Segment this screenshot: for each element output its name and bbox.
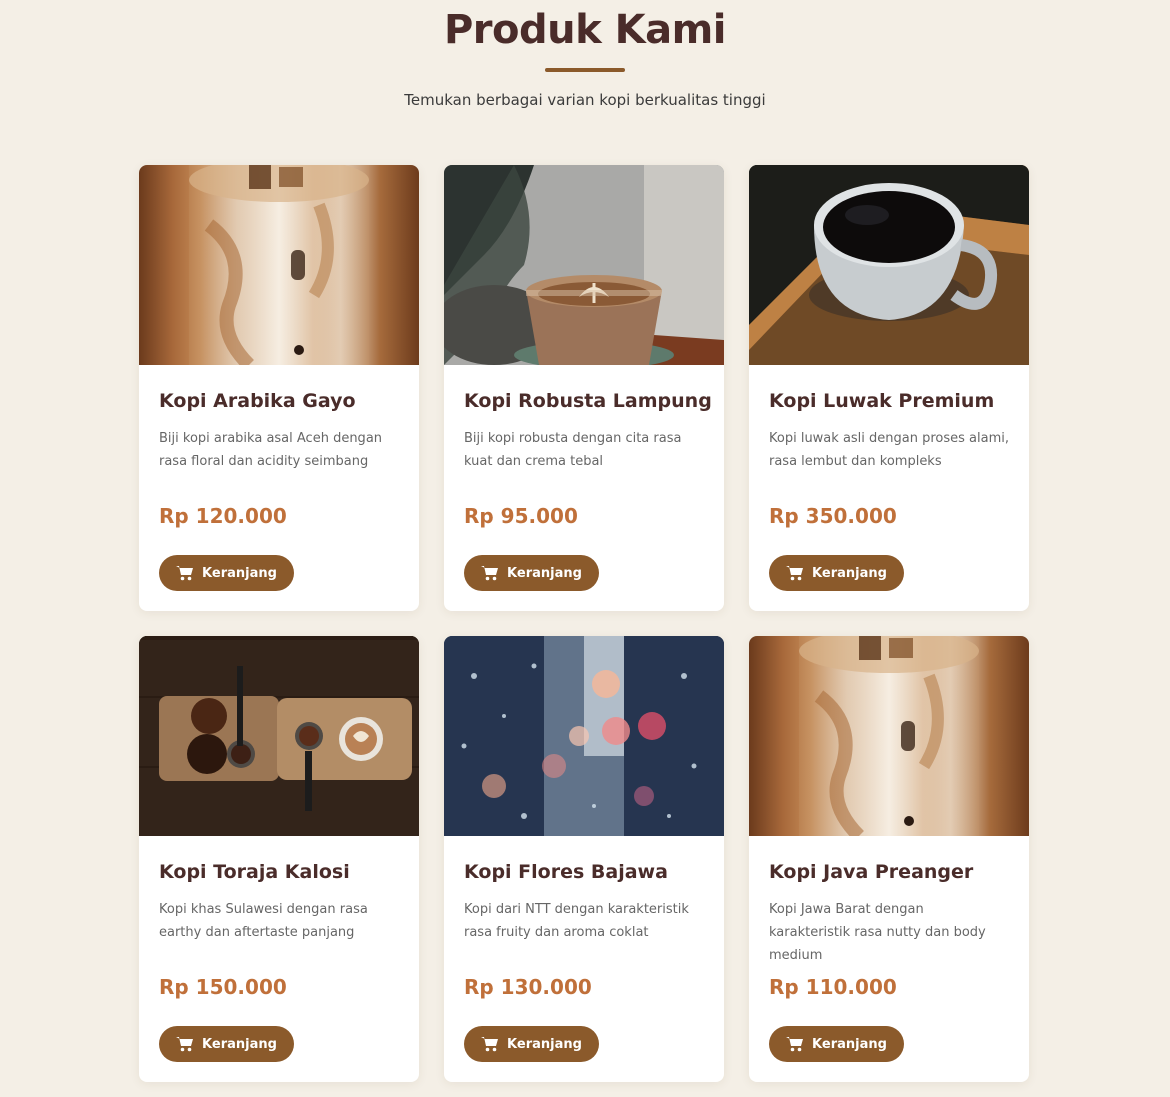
product-price: Rp 130.000 bbox=[464, 975, 592, 999]
iced-coffee-illustration bbox=[189, 165, 369, 365]
add-to-cart-button[interactable]: Keranjang bbox=[159, 555, 294, 591]
latte-illustration bbox=[444, 165, 724, 365]
product-description: Biji kopi arabika asal Aceh dengan rasa … bbox=[159, 431, 383, 469]
add-to-cart-button[interactable]: Keranjang bbox=[159, 1026, 294, 1062]
cart-icon bbox=[786, 1037, 804, 1052]
product-name: Kopi Java Preanger bbox=[769, 861, 974, 883]
product-card: Kopi Luwak Premium Kopi luwak asli denga… bbox=[749, 165, 1029, 611]
add-to-cart-label: Keranjang bbox=[812, 1036, 887, 1052]
product-price: Rp 120.000 bbox=[159, 504, 287, 528]
product-image-rainy-window bbox=[444, 636, 724, 836]
product-image-iced-coffee bbox=[749, 636, 1029, 836]
add-to-cart-button[interactable]: Keranjang bbox=[464, 555, 599, 591]
product-name: Kopi Flores Bajawa bbox=[464, 861, 668, 883]
add-to-cart-label: Keranjang bbox=[507, 565, 582, 581]
product-name: Kopi Luwak Premium bbox=[769, 390, 995, 412]
product-grid: Kopi Arabika Gayo Biji kopi arabika asal… bbox=[139, 165, 1029, 1082]
add-to-cart-label: Keranjang bbox=[202, 565, 277, 581]
product-image-black-coffee bbox=[749, 165, 1029, 365]
product-name: Kopi Toraja Kalosi bbox=[159, 861, 350, 883]
product-card: Kopi Arabika Gayo Biji kopi arabika asal… bbox=[139, 165, 419, 611]
add-to-cart-button[interactable]: Keranjang bbox=[769, 1026, 904, 1062]
product-price: Rp 150.000 bbox=[159, 975, 287, 999]
product-image-latte bbox=[444, 165, 724, 365]
product-description: Kopi khas Sulawesi dengan rasa earthy da… bbox=[159, 902, 368, 940]
product-image-coffee-tools bbox=[139, 636, 419, 836]
add-to-cart-label: Keranjang bbox=[507, 1036, 582, 1052]
add-to-cart-label: Keranjang bbox=[202, 1036, 277, 1052]
product-price: Rp 110.000 bbox=[769, 975, 897, 999]
add-to-cart-label: Keranjang bbox=[812, 565, 887, 581]
iced-coffee-illustration bbox=[799, 636, 979, 836]
product-card: Kopi Java Preanger Kopi Jawa Barat denga… bbox=[749, 636, 1029, 1082]
product-card: Kopi Robusta Lampung Biji kopi robusta d… bbox=[444, 165, 724, 611]
add-to-cart-button[interactable]: Keranjang bbox=[464, 1026, 599, 1062]
product-name: Kopi Robusta Lampung bbox=[464, 390, 712, 412]
cart-icon bbox=[786, 566, 804, 581]
product-price: Rp 350.000 bbox=[769, 504, 897, 528]
product-card: Kopi Toraja Kalosi Kopi khas Sulawesi de… bbox=[139, 636, 419, 1082]
cart-icon bbox=[176, 1037, 194, 1052]
cart-icon bbox=[481, 1037, 499, 1052]
cart-icon bbox=[176, 566, 194, 581]
product-image-iced-coffee bbox=[139, 165, 419, 365]
product-description: Biji kopi robusta dengan cita rasa kuat … bbox=[464, 431, 682, 469]
cart-icon bbox=[481, 566, 499, 581]
product-card: Kopi Flores Bajawa Kopi dari NTT dengan … bbox=[444, 636, 724, 1082]
add-to-cart-button[interactable]: Keranjang bbox=[769, 555, 904, 591]
product-price: Rp 95.000 bbox=[464, 504, 578, 528]
coffee-tools-illustration bbox=[139, 636, 419, 836]
title-underline bbox=[545, 68, 625, 72]
black-coffee-illustration bbox=[749, 165, 1029, 365]
section-header: Produk Kami Temukan berbagai varian kopi… bbox=[0, 0, 1170, 110]
page-subtitle: Temukan berbagai varian kopi berkualitas… bbox=[404, 91, 766, 109]
product-description: Kopi Jawa Barat dengan karakteristik ras… bbox=[769, 902, 986, 963]
page-title: Produk Kami bbox=[443, 7, 727, 53]
rainy-window-illustration bbox=[444, 636, 724, 836]
product-description: Kopi dari NTT dengan karakteristik rasa … bbox=[464, 902, 689, 940]
product-description: Kopi luwak asli dengan proses alami, ras… bbox=[769, 431, 1010, 469]
product-name: Kopi Arabika Gayo bbox=[159, 390, 356, 412]
